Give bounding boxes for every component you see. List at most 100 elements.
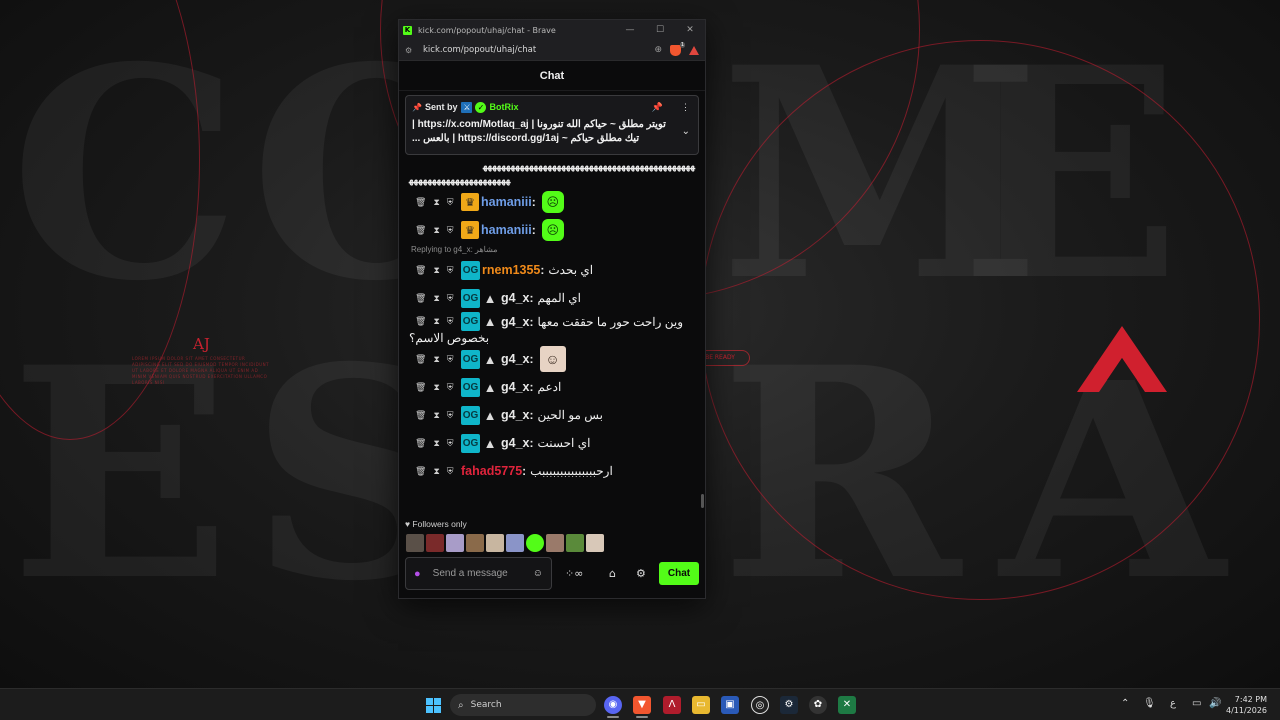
delete-icon[interactable]: 🗑 bbox=[415, 382, 426, 393]
avatar[interactable] bbox=[546, 534, 564, 552]
username[interactable]: g4_x bbox=[501, 291, 530, 305]
ban-icon[interactable]: ⛨ bbox=[447, 354, 454, 365]
chat-scrollbar[interactable] bbox=[701, 494, 704, 508]
ban-icon[interactable]: ⛨ bbox=[447, 382, 454, 393]
message-composer[interactable]: ● Send a message ☺ bbox=[405, 557, 552, 590]
start-button-icon[interactable] bbox=[426, 698, 441, 713]
timeout-icon[interactable]: ⧗ bbox=[433, 197, 439, 208]
chevron-down-icon[interactable]: ⌄ bbox=[682, 126, 690, 137]
username[interactable]: g4_x bbox=[501, 408, 530, 422]
delete-icon[interactable]: 🗑 bbox=[415, 225, 426, 236]
more-options-icon[interactable]: ⋮ bbox=[681, 102, 690, 113]
chat-message[interactable]: 🗑 ⧗ ⛨ OG ▲ g4_x : اي احسنت bbox=[399, 429, 705, 457]
username[interactable]: fahad5775 bbox=[461, 464, 522, 478]
chat-message[interactable]: 🗑 ⧗ ⛨ OG rnem1355 : اي بحدث bbox=[399, 256, 705, 284]
delete-icon[interactable]: 🗑 bbox=[415, 354, 426, 365]
chat-message[interactable]: 🗑 ⧗ ⛨ ♛ hamaniii : ☹ bbox=[399, 216, 705, 244]
username[interactable]: hamaniii bbox=[481, 223, 532, 237]
ban-icon[interactable]: ⛨ bbox=[447, 466, 454, 477]
ban-icon[interactable]: ⛨ bbox=[447, 293, 454, 304]
delete-icon[interactable]: 🗑 bbox=[415, 316, 426, 327]
kick-points-icon[interactable]: ⁘∞ bbox=[565, 567, 583, 580]
window-titlebar[interactable]: K kick.com/popout/uhaj/chat - Brave — ☐ … bbox=[399, 20, 705, 40]
language-indicator[interactable]: ع bbox=[1170, 698, 1176, 709]
avatar[interactable] bbox=[566, 534, 584, 552]
brave-rewards-icon[interactable] bbox=[689, 45, 699, 55]
timeout-icon[interactable]: ⧗ bbox=[433, 466, 439, 477]
chevron-up-icon[interactable]: ⌃ bbox=[1121, 698, 1129, 709]
network-icon[interactable]: ▭ bbox=[1192, 698, 1201, 709]
username[interactable]: rnem1355 bbox=[482, 263, 540, 277]
delete-icon[interactable]: 🗑 bbox=[415, 265, 426, 276]
discord-icon[interactable]: ◉ bbox=[604, 696, 622, 714]
taskbar-search[interactable]: ⌕ Search bbox=[450, 694, 596, 716]
ban-icon[interactable]: ⛨ bbox=[447, 316, 454, 327]
obs-icon[interactable]: ◎ bbox=[751, 696, 769, 714]
emoji-icon[interactable]: ☺ bbox=[533, 568, 543, 579]
maximize-button[interactable]: ☐ bbox=[645, 25, 675, 35]
timeout-icon[interactable]: ⧗ bbox=[433, 225, 439, 236]
chat-message[interactable]: 🗑 ⧗ ⛨ OG ▲ g4_x : اي المهم bbox=[399, 284, 705, 312]
username[interactable]: hamaniii bbox=[481, 195, 532, 209]
ban-icon[interactable]: ⛨ bbox=[447, 225, 454, 236]
username[interactable]: g4_x bbox=[501, 352, 530, 366]
timeout-icon[interactable]: ⧗ bbox=[433, 316, 439, 327]
message-input[interactable]: Send a message bbox=[433, 568, 533, 579]
brave-icon[interactable]: ▼ bbox=[633, 696, 651, 714]
avatar[interactable] bbox=[506, 534, 524, 552]
microphone-tray-icon[interactable]: 🎙 bbox=[1143, 698, 1156, 709]
chat-message[interactable]: 🗑 ⧗ ⛨ ♛ hamaniii : ☹ bbox=[399, 188, 705, 216]
ban-icon[interactable]: ⛨ bbox=[447, 265, 454, 276]
avatar[interactable] bbox=[586, 534, 604, 552]
timeout-icon[interactable]: ⧗ bbox=[433, 293, 439, 304]
chat-message[interactable]: 🗑 ⧗ ⛨ OG ▲ g4_x : وين راحت حور ما حققت معه… bbox=[399, 312, 705, 345]
volume-icon[interactable]: 🔊 bbox=[1209, 698, 1221, 709]
zoom-icon[interactable]: ⊕ bbox=[654, 45, 662, 55]
pinned-sender-name[interactable]: BotRix bbox=[489, 102, 518, 112]
avatar[interactable] bbox=[486, 534, 504, 552]
taskbar-clock[interactable]: 7:42 PM 4/11/2026 bbox=[1226, 694, 1267, 716]
chat-message[interactable]: 🗑 ⧗ ⛨ OG ▲ g4_x : ☺ bbox=[399, 345, 705, 373]
delete-icon[interactable]: 🗑 bbox=[415, 438, 426, 449]
timeout-icon[interactable]: ⧗ bbox=[433, 354, 439, 365]
site-settings-icon[interactable]: ⚙ bbox=[405, 46, 423, 55]
avatar[interactable] bbox=[426, 534, 444, 552]
timeout-icon[interactable]: ⧗ bbox=[433, 438, 439, 449]
close-button[interactable]: ✕ bbox=[675, 25, 705, 35]
unpin-icon[interactable]: 📌 bbox=[652, 102, 663, 113]
avatar[interactable] bbox=[526, 534, 544, 552]
send-chat-button[interactable]: Chat bbox=[659, 562, 699, 585]
gear-icon[interactable]: ⚙ bbox=[636, 567, 646, 580]
username[interactable]: g4_x bbox=[501, 380, 530, 394]
steam-icon[interactable]: ⚙ bbox=[780, 696, 798, 714]
apex-legends-icon[interactable]: Λ bbox=[663, 696, 681, 714]
minimize-button[interactable]: — bbox=[615, 25, 645, 35]
chat-message[interactable]: 🗑 ⧗ ⛨ OG ▲ g4_x : ادعم bbox=[399, 373, 705, 401]
ban-icon[interactable]: ⛨ bbox=[447, 438, 454, 449]
url-field[interactable]: kick.com/popout/uhaj/chat bbox=[423, 45, 646, 55]
pinned-message[interactable]: 📌 Sent by ⚔ ✓ BotRix 📌 ⋮ تويتر مطلق ~ حي… bbox=[405, 95, 699, 155]
username[interactable]: g4_x bbox=[501, 436, 530, 450]
timeout-icon[interactable]: ⧗ bbox=[433, 382, 439, 393]
reply-context[interactable]: Replying to g4_x: مشاهر bbox=[399, 244, 705, 256]
store-icon[interactable]: ⌂ bbox=[609, 567, 616, 580]
avatar[interactable] bbox=[446, 534, 464, 552]
app-icon[interactable]: ✕ bbox=[838, 696, 856, 714]
brave-shields-icon[interactable]: 1 bbox=[670, 41, 685, 56]
timeout-icon[interactable]: ⧗ bbox=[433, 410, 439, 421]
microphone-icon[interactable]: ● bbox=[414, 568, 421, 580]
delete-icon[interactable]: 🗑 bbox=[415, 410, 426, 421]
ban-icon[interactable]: ⛨ bbox=[447, 410, 454, 421]
delete-icon[interactable]: 🗑 bbox=[415, 293, 426, 304]
username[interactable]: g4_x bbox=[501, 315, 530, 329]
delete-icon[interactable]: 🗑 bbox=[415, 197, 426, 208]
chat-message[interactable]: 🗑 ⧗ ⛨ OG ▲ g4_x : بس مو الحين bbox=[399, 401, 705, 429]
avatar[interactable] bbox=[406, 534, 424, 552]
chat-message[interactable]: 🗑 ⧗ ⛨ fahad5775 : ارحبببببببببببببببب bbox=[399, 457, 705, 485]
timeout-icon[interactable]: ⧗ bbox=[433, 265, 439, 276]
file-explorer-icon[interactable]: ▭ bbox=[692, 696, 710, 714]
delete-icon[interactable]: 🗑 bbox=[415, 466, 426, 477]
chatgpt-icon[interactable]: ✿ bbox=[809, 696, 827, 714]
editor-app-icon[interactable]: ▣ bbox=[721, 696, 739, 714]
avatar[interactable] bbox=[466, 534, 484, 552]
